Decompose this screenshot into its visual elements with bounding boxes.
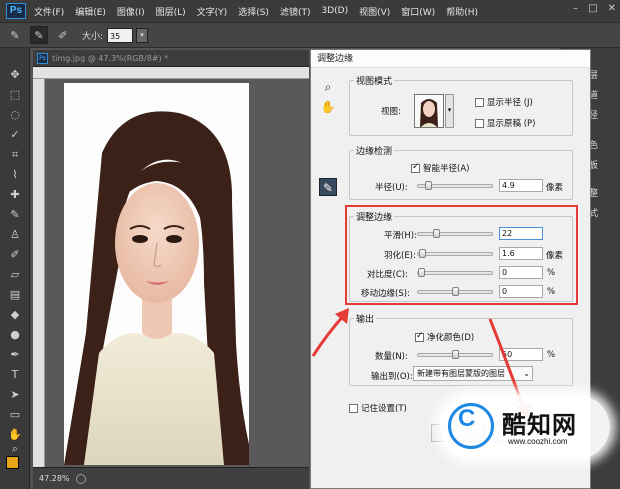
show-radius-box[interactable] (475, 97, 484, 107)
view-mode-legend: 视图模式 (356, 77, 393, 87)
portrait-photo[interactable] (64, 83, 249, 465)
brush-size-dropdown[interactable]: ▾ (136, 27, 149, 43)
history-brush-icon[interactable]: ✐ (5, 246, 25, 263)
quick-select-tool-icon[interactable]: ✓ (5, 126, 25, 143)
decontaminate-colors-box[interactable] (415, 331, 424, 342)
decontaminate-colors-checkbox[interactable]: 净化颜色(D) (415, 331, 474, 343)
show-radius-checkbox[interactable]: 显示半径 (J) (475, 96, 533, 108)
document-window: Ps timg.jpg @ 47.3%(RGB/8#) * 47.28% (33, 50, 309, 489)
move-tool-icon[interactable]: ✥ (5, 66, 25, 83)
view-thumbnail[interactable] (414, 94, 444, 128)
crop-tool-icon[interactable]: ⌗ (5, 146, 25, 163)
remember-settings-box[interactable] (349, 403, 358, 413)
eyedropper-tool-icon[interactable]: ⌇ (5, 166, 25, 183)
options-bar: ✎ ✎ ✐ 大小: 35 ▾ (0, 22, 620, 48)
edge-detection-legend: 边缘检测 (356, 147, 393, 157)
shape-tool-icon[interactable]: ▭ (5, 406, 25, 423)
smart-radius-box[interactable] (411, 162, 420, 173)
zoom-icon[interactable]: ⌕ (319, 78, 337, 96)
brush-preset-icon[interactable]: ✎ (6, 26, 24, 44)
show-original-box[interactable] (475, 118, 484, 128)
dialog-tools: ⌕ ✋ ✎ (319, 78, 341, 248)
healing-tool-icon[interactable]: ✚ (5, 186, 25, 203)
watermark: C 酷知网 www.coozhi.com (440, 395, 610, 459)
view-label: 视图: (381, 107, 401, 117)
status-info-icon[interactable] (75, 473, 86, 484)
dialog-title: 调整边缘 (311, 50, 590, 68)
dodge-tool-icon[interactable]: ● (5, 326, 25, 343)
gradient-tool-icon[interactable]: ▤ (5, 286, 25, 303)
menu-window[interactable]: 窗口(W) (401, 5, 435, 18)
pen-tool-icon[interactable]: ✒ (5, 346, 25, 363)
show-original-checkbox[interactable]: 显示原稿 (P) (475, 117, 535, 129)
stamp-tool-icon[interactable]: ♙ (5, 226, 25, 243)
smart-radius-checkbox[interactable]: 智能半径(A) (411, 162, 469, 174)
horizontal-ruler (33, 67, 309, 79)
refine-radius-brush-icon[interactable]: ✎ (319, 178, 337, 196)
eraser-tool-icon[interactable]: ▱ (5, 266, 25, 283)
menu-edit[interactable]: 编辑(E) (75, 5, 106, 18)
document-ps-icon: Ps (37, 52, 48, 64)
document-title: timg.jpg @ 47.3%(RGB/8#) * (52, 53, 169, 63)
radius-slider-thumb[interactable] (425, 181, 432, 190)
foreground-color-swatch[interactable] (6, 456, 19, 469)
output-to-label: 输出到(O): (371, 372, 413, 382)
view-mode-dropdown[interactable]: ▾ (445, 94, 454, 128)
vertical-ruler (33, 79, 45, 467)
annotation-arrow-icon (311, 308, 349, 357)
radius-input[interactable]: 4.9 (499, 179, 543, 192)
menu-view[interactable]: 视图(V) (359, 5, 390, 18)
menu-3d[interactable]: 3D(D) (321, 6, 348, 16)
close-icon[interactable]: ✕ (608, 3, 616, 14)
menu-bar: Ps 文件(F) 编辑(E) 图像(I) 图层(L) 文字(Y) 选择(S) 滤… (0, 0, 620, 22)
marquee-tool-icon[interactable]: ⬚ (5, 86, 25, 103)
photoshop-logo: Ps (6, 3, 26, 19)
window-controls: – □ ✕ (573, 3, 616, 14)
portrait-illustration (64, 83, 249, 465)
brush-size-label: 大小: (82, 31, 104, 42)
brush-tool-icon[interactable]: ✎ (5, 206, 25, 223)
remember-settings-checkbox[interactable]: 记住设置(T) (349, 402, 407, 414)
maximize-icon[interactable]: □ (588, 3, 597, 14)
lasso-tool-icon[interactable]: ◌ (5, 106, 25, 123)
status-bar: 47.28% (33, 467, 309, 489)
highlight-box (345, 205, 578, 305)
erase-refinements-tool-icon[interactable]: ✐ (54, 26, 72, 44)
menu-select[interactable]: 选择(S) (238, 5, 269, 18)
zoom-tool-icon[interactable]: ⌕ (5, 440, 25, 457)
amount-slider-thumb[interactable] (452, 350, 459, 359)
menu-image[interactable]: 图像(I) (117, 5, 145, 18)
watermark-logo-letter: C (458, 405, 476, 432)
radius-label: 半径(U): (375, 183, 408, 193)
menu-layer[interactable]: 图层(L) (156, 5, 186, 18)
menu-filter[interactable]: 滤镜(T) (280, 5, 311, 18)
tools-panel: ✥ ⬚ ◌ ✓ ⌗ ⌇ ✚ ✎ ♙ ✐ ▱ ▤ ◆ ● ✒ T ➤ ▭ ✋ ⌕ (0, 48, 30, 489)
menu-file[interactable]: 文件(F) (34, 5, 64, 18)
minimize-icon[interactable]: – (573, 3, 578, 14)
brush-size-input[interactable]: 35 (107, 27, 134, 43)
watermark-url: www.coozhi.com (508, 437, 568, 446)
view-thumbnail-image (415, 95, 443, 127)
amount-label: 数量(N): (375, 352, 408, 362)
menu-type[interactable]: 文字(Y) (197, 5, 228, 18)
radius-slider[interactable] (417, 181, 493, 190)
radius-unit: 像素 (546, 183, 564, 193)
type-tool-icon[interactable]: T (5, 366, 25, 383)
hand-icon[interactable]: ✋ (319, 98, 337, 116)
refine-radius-tool-icon[interactable]: ✎ (30, 26, 48, 44)
document-tab[interactable]: Ps timg.jpg @ 47.3%(RGB/8#) * (33, 50, 309, 67)
path-select-tool-icon[interactable]: ➤ (5, 386, 25, 403)
watermark-name: 酷知网 (502, 411, 577, 439)
menu-help[interactable]: 帮助(H) (446, 5, 478, 18)
zoom-level[interactable]: 47.28% (39, 474, 70, 483)
blur-tool-icon[interactable]: ◆ (5, 306, 25, 323)
